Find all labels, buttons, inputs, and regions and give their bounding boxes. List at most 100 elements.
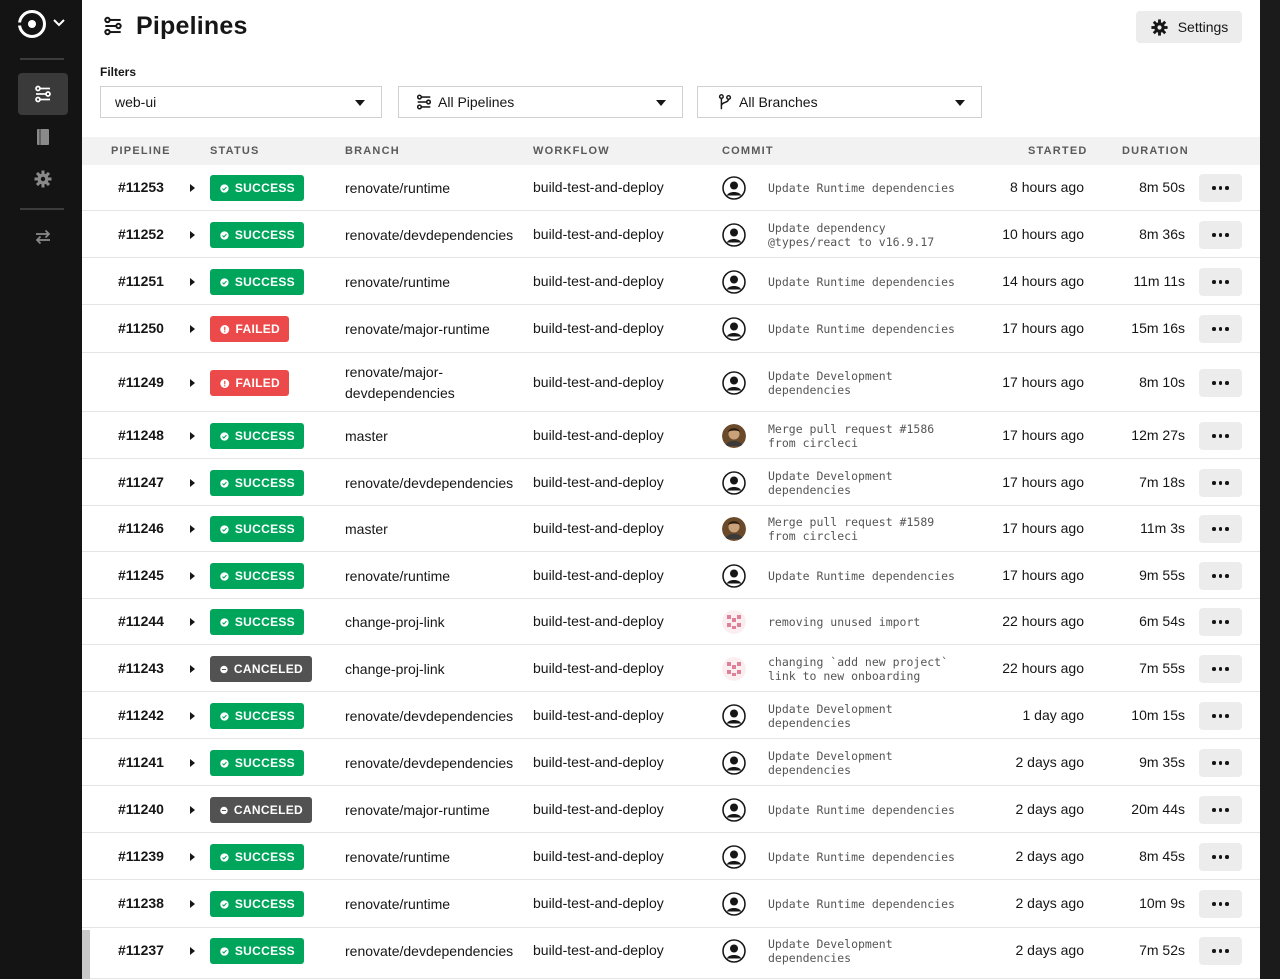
commit-message[interactable]: Update Runtime dependencies — [768, 569, 955, 583]
more-actions-button[interactable] — [1199, 796, 1242, 824]
workflow-link[interactable]: build-test-and-deploy — [533, 179, 664, 195]
status-badge[interactable]: SUCCESS — [210, 750, 304, 776]
commit-message[interactable]: changing `add new project` link to new o… — [768, 655, 948, 683]
expand-caret-icon[interactable] — [190, 432, 195, 440]
workflow-link[interactable]: build-test-and-deploy — [533, 374, 664, 390]
workflow-link[interactable]: build-test-and-deploy — [533, 942, 664, 958]
workflow-link[interactable]: build-test-and-deploy — [533, 613, 664, 629]
workflow-link[interactable]: build-test-and-deploy — [533, 226, 664, 242]
commit-message[interactable]: Update Development dependencies — [768, 469, 893, 497]
pipeline-number[interactable]: #11250 — [118, 320, 164, 336]
pipelines-select[interactable]: All Pipelines — [398, 86, 683, 118]
status-badge[interactable]: SUCCESS — [210, 844, 304, 870]
pipeline-number[interactable]: #11253 — [118, 179, 164, 195]
more-actions-button[interactable] — [1199, 174, 1242, 202]
workflow-link[interactable]: build-test-and-deploy — [533, 273, 664, 289]
circleci-logo-icon[interactable] — [17, 9, 47, 39]
expand-caret-icon[interactable] — [190, 325, 195, 333]
workflow-link[interactable]: build-test-and-deploy — [533, 801, 664, 817]
workflow-link[interactable]: build-test-and-deploy — [533, 320, 664, 336]
table-row[interactable]: #11243 CANCELED change-proj-link build-test… — [82, 645, 1260, 692]
expand-caret-icon[interactable] — [190, 278, 195, 286]
status-badge[interactable]: FAILED — [210, 370, 289, 396]
more-actions-button[interactable] — [1199, 221, 1242, 249]
table-row[interactable]: #11245 SUCCESS renovate/runtime build-test-… — [82, 552, 1260, 599]
commit-message[interactable]: Update Runtime dependencies — [768, 850, 955, 864]
table-row[interactable]: #11239 SUCCESS renovate/runtime build-test-… — [82, 833, 1260, 880]
more-actions-button[interactable] — [1199, 469, 1242, 497]
expand-caret-icon[interactable] — [190, 712, 195, 720]
table-row[interactable]: #11250 FAILED renovate/major-runtime build-… — [82, 305, 1260, 353]
more-actions-button[interactable] — [1199, 655, 1242, 683]
table-row[interactable]: #11237 SUCCESS renovate/devdependencies bui… — [82, 928, 1260, 979]
expand-caret-icon[interactable] — [190, 853, 195, 861]
pipeline-number[interactable]: #11251 — [118, 273, 164, 289]
table-row[interactable]: #11249 FAILED renovate/major- devdependenc… — [82, 353, 1260, 412]
pipeline-number[interactable]: #11252 — [118, 226, 164, 242]
commit-message[interactable]: Update Runtime dependencies — [768, 275, 955, 289]
status-badge[interactable]: SUCCESS — [210, 269, 304, 295]
commit-message[interactable]: Update Development dependencies — [768, 937, 893, 965]
commit-message[interactable]: Merge pull request #1589 from circleci — [768, 515, 934, 543]
status-badge[interactable]: SUCCESS — [210, 470, 304, 496]
expand-caret-icon[interactable] — [190, 665, 195, 673]
table-row[interactable]: #11241 SUCCESS renovate/devdependencies bui… — [82, 739, 1260, 786]
commit-message[interactable]: Update Development dependencies — [768, 702, 893, 730]
table-row[interactable]: #11238 SUCCESS renovate/runtime build-test-… — [82, 880, 1260, 928]
pipeline-number[interactable]: #11240 — [118, 801, 164, 817]
sidebar-item-insights[interactable] — [18, 116, 68, 158]
status-badge[interactable]: SUCCESS — [210, 516, 304, 542]
sidebar-item-pipelines[interactable] — [18, 73, 68, 115]
commit-message[interactable]: Update Runtime dependencies — [768, 803, 955, 817]
commit-message[interactable]: removing unused import — [768, 615, 920, 629]
workflow-link[interactable]: build-test-and-deploy — [533, 520, 664, 536]
pipeline-number[interactable]: #11248 — [118, 427, 164, 443]
status-badge[interactable]: CANCELED — [210, 797, 312, 823]
pipeline-number[interactable]: #11239 — [118, 848, 164, 864]
status-badge[interactable]: SUCCESS — [210, 423, 304, 449]
status-badge[interactable]: SUCCESS — [210, 609, 304, 635]
workflow-link[interactable]: build-test-and-deploy — [533, 474, 664, 490]
pipeline-number[interactable]: #11243 — [118, 660, 164, 676]
more-actions-button[interactable] — [1199, 369, 1242, 397]
more-actions-button[interactable] — [1199, 608, 1242, 636]
pipeline-number[interactable]: #11241 — [118, 754, 164, 770]
status-badge[interactable]: FAILED — [210, 316, 289, 342]
expand-caret-icon[interactable] — [190, 806, 195, 814]
expand-caret-icon[interactable] — [190, 184, 195, 192]
status-badge[interactable]: SUCCESS — [210, 938, 304, 964]
status-badge[interactable]: SUCCESS — [210, 563, 304, 589]
workflow-link[interactable]: build-test-and-deploy — [533, 427, 664, 443]
table-row[interactable]: #11240 CANCELED renovate/major-runtime buil… — [82, 786, 1260, 833]
status-badge[interactable]: SUCCESS — [210, 703, 304, 729]
pipeline-number[interactable]: #11242 — [118, 707, 164, 723]
more-actions-button[interactable] — [1199, 315, 1242, 343]
commit-message[interactable]: Update Development dependencies — [768, 369, 893, 397]
table-row[interactable]: #11252 SUCCESS renovate/devdependencies bui… — [82, 211, 1260, 258]
workflow-link[interactable]: build-test-and-deploy — [533, 660, 664, 676]
more-actions-button[interactable] — [1199, 702, 1242, 730]
more-actions-button[interactable] — [1199, 843, 1242, 871]
project-select[interactable]: web-ui — [100, 86, 382, 118]
table-row[interactable]: #11251 SUCCESS renovate/runtime build-test-… — [82, 258, 1260, 305]
status-badge[interactable]: CANCELED — [210, 656, 312, 682]
table-row[interactable]: #11248 SUCCESS master build-test-and-deploy… — [82, 412, 1260, 459]
status-badge[interactable]: SUCCESS — [210, 891, 304, 917]
settings-button[interactable]: Settings — [1136, 11, 1242, 43]
commit-message[interactable]: Merge pull request #1586 from circleci — [768, 422, 934, 450]
expand-caret-icon[interactable] — [190, 759, 195, 767]
expand-caret-icon[interactable] — [190, 618, 195, 626]
table-row[interactable]: #11253 SUCCESS renovate/runtime build-test-… — [82, 165, 1260, 211]
status-badge[interactable]: SUCCESS — [210, 222, 304, 248]
more-actions-button[interactable] — [1199, 937, 1242, 965]
sidebar-item-settings[interactable] — [18, 158, 68, 200]
scroll-indicator[interactable] — [82, 930, 90, 979]
pipeline-number[interactable]: #11245 — [118, 567, 164, 583]
more-actions-button[interactable] — [1199, 749, 1242, 777]
expand-caret-icon[interactable] — [190, 379, 195, 387]
pipeline-number[interactable]: #11247 — [118, 474, 164, 490]
branches-select[interactable]: All Branches — [697, 86, 982, 118]
expand-caret-icon[interactable] — [190, 231, 195, 239]
workflow-link[interactable]: build-test-and-deploy — [533, 895, 664, 911]
commit-message[interactable]: Update Runtime dependencies — [768, 322, 955, 336]
